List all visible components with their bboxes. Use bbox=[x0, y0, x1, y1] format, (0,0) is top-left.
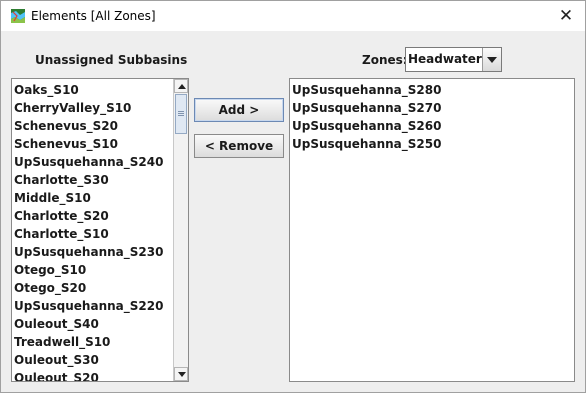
list-item[interactable]: CherryValley_S10 bbox=[14, 99, 163, 117]
list-item[interactable]: Charlotte_S10 bbox=[14, 225, 163, 243]
list-item[interactable]: Middle_S10 bbox=[14, 189, 163, 207]
list-item[interactable]: Oaks_S10 bbox=[14, 81, 163, 99]
unassigned-subbasins-list[interactable]: Oaks_S10 CherryValley_S10 Schenevus_S20 Sch… bbox=[11, 78, 189, 382]
list-item[interactable]: UpSusquehanna_S260 bbox=[292, 117, 441, 135]
zones-label: Zones: bbox=[362, 53, 408, 67]
list-item[interactable]: Schenevus_S10 bbox=[14, 135, 163, 153]
list-item[interactable]: Ouleout_S20 bbox=[14, 369, 163, 381]
elements-dialog: Elements [All Zones] ✕ Unassigned Subbas… bbox=[0, 0, 586, 393]
list-item[interactable]: Charlotte_S30 bbox=[14, 171, 163, 189]
remove-button[interactable]: < Remove bbox=[194, 134, 284, 158]
vertical-scrollbar[interactable] bbox=[173, 79, 188, 381]
list-item[interactable]: UpSusquehanna_S280 bbox=[292, 81, 441, 99]
unassigned-subbasins-label: Unassigned Subbasins bbox=[35, 53, 188, 67]
zones-dropdown[interactable]: Headwaters bbox=[405, 47, 502, 72]
list-item[interactable]: UpSusquehanna_S220 bbox=[14, 297, 163, 315]
zone-subbasins-list[interactable]: UpSusquehanna_S280 UpSusquehanna_S270 UpSu… bbox=[289, 78, 575, 382]
arrow-up-icon bbox=[178, 84, 186, 89]
list-item[interactable]: UpSusquehanna_S230 bbox=[14, 243, 163, 261]
title-bar: Elements [All Zones] ✕ bbox=[1, 1, 585, 31]
window-title: Elements [All Zones] bbox=[31, 9, 156, 23]
zones-dropdown-button[interactable] bbox=[482, 48, 501, 71]
chevron-down-icon bbox=[487, 57, 497, 63]
list-item[interactable]: Ouleout_S30 bbox=[14, 351, 163, 369]
zones-dropdown-value: Headwaters bbox=[408, 52, 489, 66]
list-item[interactable]: UpSusquehanna_S270 bbox=[292, 99, 441, 117]
list-item[interactable]: Ouleout_S40 bbox=[14, 315, 163, 333]
grip-line bbox=[178, 111, 184, 112]
list-item[interactable]: Schenevus_S20 bbox=[14, 117, 163, 135]
close-button[interactable]: ✕ bbox=[555, 5, 577, 27]
list-item[interactable]: Otego_S20 bbox=[14, 279, 163, 297]
close-icon: ✕ bbox=[558, 6, 574, 26]
scroll-up-button[interactable] bbox=[174, 79, 188, 93]
scroll-down-button[interactable] bbox=[174, 367, 188, 381]
app-icon bbox=[11, 9, 25, 23]
list-item[interactable]: UpSusquehanna_S240 bbox=[14, 153, 163, 171]
grip-line bbox=[178, 115, 184, 116]
add-button[interactable]: Add > bbox=[194, 98, 284, 122]
list-item[interactable]: Charlotte_S20 bbox=[14, 207, 163, 225]
arrow-down-icon bbox=[178, 372, 186, 377]
list-item[interactable]: Otego_S10 bbox=[14, 261, 163, 279]
scroll-thumb[interactable] bbox=[175, 94, 187, 134]
list-item[interactable]: UpSusquehanna_S250 bbox=[292, 135, 441, 153]
list-item[interactable]: Treadwell_S10 bbox=[14, 333, 163, 351]
grip-line bbox=[178, 113, 184, 114]
